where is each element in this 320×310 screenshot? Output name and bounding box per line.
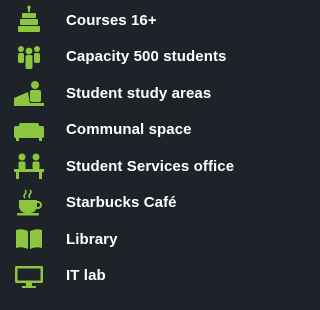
item-label: Library: [66, 230, 118, 248]
list-item-starbucks: Starbucks Café: [0, 185, 281, 222]
item-label: Student study areas: [66, 84, 212, 102]
people-group-icon: [4, 41, 54, 73]
cake-icon: [4, 4, 54, 36]
item-label: Capacity 500 students: [66, 48, 227, 66]
item-label: Starbucks Café: [66, 194, 177, 212]
list-item-it-lab: IT lab: [0, 258, 281, 295]
item-label: Communal space: [66, 121, 192, 139]
sofa-icon: [4, 114, 54, 146]
facilities-list: Courses 16+ Capacity 500 students Studen: [0, 0, 281, 310]
list-item-study-areas: Student study areas: [0, 75, 281, 112]
student-desk-icon: [4, 77, 54, 109]
list-item-library: Library: [0, 221, 281, 258]
item-label: IT lab: [66, 267, 106, 285]
list-item-capacity: Capacity 500 students: [0, 39, 281, 76]
monitor-icon: [4, 260, 54, 292]
item-label: Student Services office: [66, 157, 235, 175]
coffee-cup-icon: [4, 187, 54, 219]
list-item-communal-space: Communal space: [0, 112, 281, 149]
list-item-student-services: Student Services office: [0, 148, 281, 185]
list-item-courses: Courses 16+: [0, 2, 281, 39]
item-label: Courses 16+: [66, 11, 157, 29]
open-book-icon: [4, 223, 54, 255]
office-desk-icon: [4, 150, 54, 182]
